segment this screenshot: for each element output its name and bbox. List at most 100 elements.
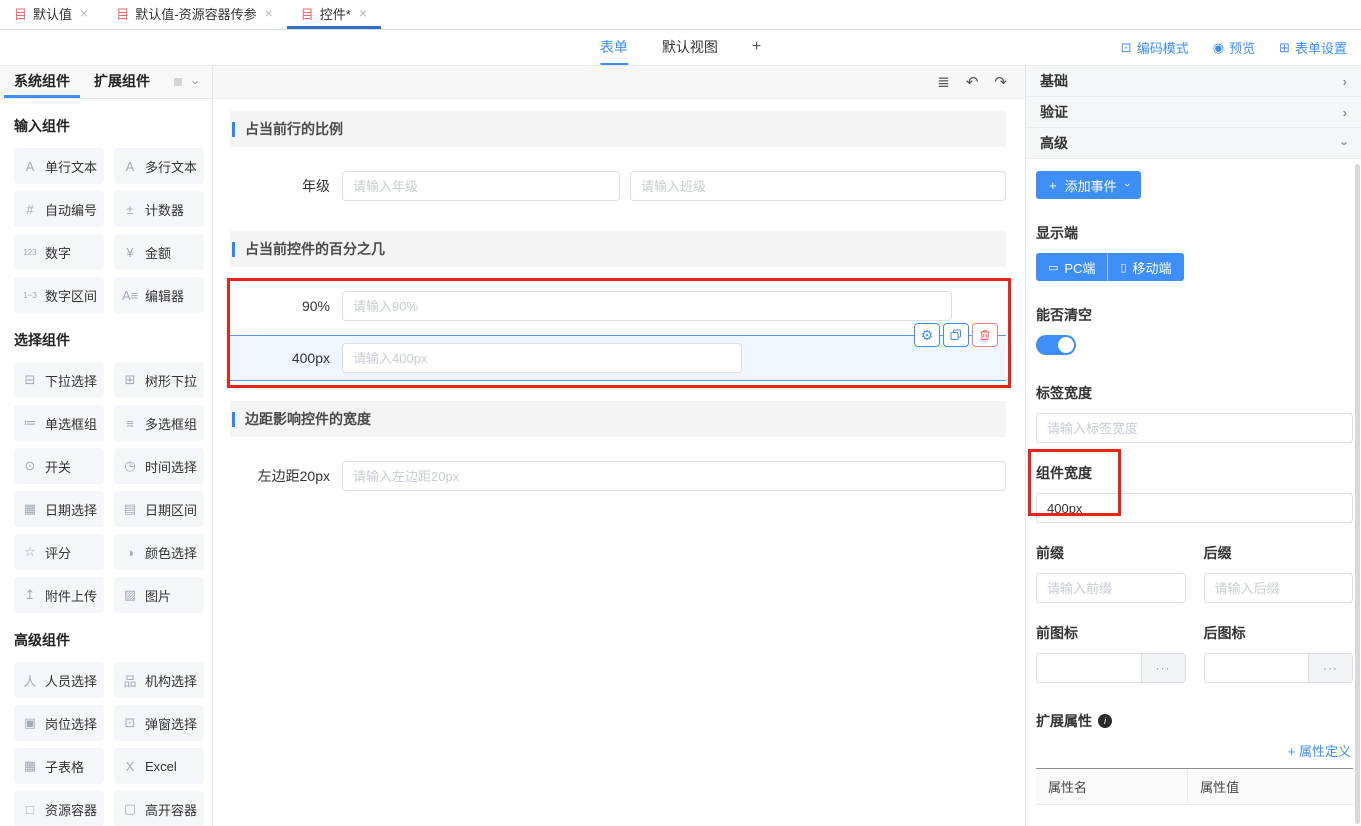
tab-default-view[interactable]: 默认视图	[662, 30, 718, 65]
component-org-select[interactable]: 品机构选择	[114, 662, 204, 698]
form-row-400px-selected[interactable]: ⚙ 400px	[230, 335, 1006, 381]
accordion-advanced[interactable]: 高级 ›	[1026, 128, 1361, 159]
component-rating[interactable]: ☆评分	[14, 534, 104, 570]
accordion-basic[interactable]: 基础 ›	[1026, 66, 1361, 97]
attr-define-link[interactable]: + 属性定义	[1288, 744, 1351, 759]
form-row-90-percent[interactable]: 90%	[230, 291, 1006, 321]
close-icon[interactable]: ×	[359, 5, 367, 21]
component-resource-container[interactable]: □资源容器	[14, 791, 104, 826]
component-checkbox-group[interactable]: ≡多选框组	[114, 405, 204, 441]
redo-icon[interactable]: ↷	[994, 73, 1007, 91]
prefix-input[interactable]	[1036, 573, 1186, 603]
mobile-side-label: 移动端	[1133, 258, 1172, 277]
delete-button[interactable]	[972, 323, 998, 347]
component-excel[interactable]: XExcel	[114, 748, 204, 784]
component-auto-number[interactable]: #自动编号	[14, 191, 104, 227]
front-icon-more-button[interactable]: ···	[1141, 653, 1186, 683]
width-400px-input[interactable]	[342, 343, 742, 373]
autonumber-icon: #	[22, 202, 38, 217]
document-icon: 目	[14, 4, 27, 23]
copy-button[interactable]	[943, 323, 969, 347]
component-date-range[interactable]: ▤日期区间	[114, 491, 204, 527]
back-icon-input[interactable]	[1204, 653, 1309, 683]
tab-form[interactable]: 表单	[600, 30, 628, 65]
code-mode-icon: ⊡	[1121, 40, 1132, 56]
suffix-input[interactable]	[1204, 573, 1354, 603]
org-select-icon: 品	[122, 671, 138, 690]
pc-side-button[interactable]: ▭ PC端	[1036, 253, 1108, 281]
inspector-scrollbar[interactable]	[1355, 164, 1360, 824]
preview-icon: ◉	[1213, 40, 1224, 56]
component-number[interactable]: 123数字	[14, 234, 104, 270]
form-settings-button[interactable]: ⊞ 表单设置	[1279, 38, 1347, 57]
radio-group-icon: ≔	[22, 415, 38, 431]
window-tab-control-active[interactable]: 目 控件* ×	[287, 0, 381, 29]
close-icon[interactable]: ×	[265, 5, 273, 21]
component-subtable[interactable]: ▦子表格	[14, 748, 104, 784]
form-row-grade[interactable]: 年级	[230, 171, 1006, 201]
component-color-picker[interactable]: ◑颜色选择	[114, 534, 204, 570]
textarea-icon: A	[122, 159, 138, 174]
undo-icon[interactable]: ↶	[966, 73, 979, 91]
chip-label: 颜色选择	[145, 543, 197, 562]
chip-label: 人员选择	[45, 671, 97, 690]
column-attr-name: 属性名	[1036, 769, 1188, 804]
drag-handle-icon	[174, 78, 182, 86]
front-icon-label: 前图标	[1036, 623, 1186, 643]
left-margin-input[interactable]	[342, 461, 1006, 491]
window-tab-default-value[interactable]: 目 默认值 ×	[0, 0, 102, 29]
component-number-range[interactable]: 1~3数字区间	[14, 277, 104, 313]
component-width-input[interactable]	[1036, 493, 1353, 523]
class-input[interactable]	[630, 171, 1006, 201]
component-multi-line-text[interactable]: A多行文本	[114, 148, 204, 184]
accordion-validation[interactable]: 验证 ›	[1026, 97, 1361, 128]
window-tab-label: 默认值	[33, 4, 72, 23]
back-icon-more-button[interactable]: ···	[1308, 653, 1353, 683]
grade-input[interactable]	[342, 171, 620, 201]
table-header-row: 属性名 属性值	[1036, 769, 1353, 805]
component-code-container[interactable]: ▢高开容器	[114, 791, 204, 826]
component-currency[interactable]: ¥金额	[114, 234, 204, 270]
component-date-picker[interactable]: ▦日期选择	[14, 491, 104, 527]
component-select[interactable]: ⊟下拉选择	[14, 362, 104, 398]
label-width-input[interactable]	[1036, 413, 1353, 443]
tree-select-icon: ⊞	[122, 372, 138, 388]
component-single-line-text[interactable]: A单行文本	[14, 148, 104, 184]
code-container-icon: ▢	[122, 801, 138, 817]
component-post-select[interactable]: ▣岗位选择	[14, 705, 104, 741]
add-event-button[interactable]: + 添加事件 ›	[1036, 171, 1141, 199]
percent-90-input[interactable]	[342, 291, 952, 321]
display-side-segmented: ▭ PC端 ▯ 移动端	[1036, 253, 1353, 281]
form-row-left-margin[interactable]: 左边距20px	[230, 461, 1006, 491]
tab-system-components[interactable]: 系统组件	[4, 66, 80, 98]
icon-pickers-row: 前图标 ··· 后图标 ···	[1036, 603, 1353, 683]
component-switch[interactable]: ⊙开关	[14, 448, 104, 484]
component-counter[interactable]: ±计数器	[114, 191, 204, 227]
outline-icon[interactable]: ≣	[937, 73, 950, 91]
front-icon-input[interactable]	[1036, 653, 1141, 683]
component-tree-select[interactable]: ⊞树形下拉	[114, 362, 204, 398]
window-tab-resource-container[interactable]: 目 默认值-资源容器传参 ×	[102, 0, 287, 29]
add-view-button[interactable]: +	[752, 30, 761, 65]
chevron-down-icon[interactable]: ›	[188, 80, 203, 84]
component-radio-group[interactable]: ≔单选框组	[14, 405, 104, 441]
component-dialog-select[interactable]: ⊡弹窗选择	[114, 705, 204, 741]
counter-icon: ±	[122, 202, 138, 217]
code-mode-button[interactable]: ⊡ 编码模式	[1121, 38, 1189, 57]
close-icon[interactable]: ×	[80, 5, 88, 21]
clearable-toggle[interactable]	[1036, 335, 1076, 355]
mobile-side-button[interactable]: ▯ 移动端	[1108, 253, 1183, 281]
component-user-select[interactable]: 人人员选择	[14, 662, 104, 698]
component-upload[interactable]: ↥附件上传	[14, 577, 104, 613]
component-editor[interactable]: A≡编辑器	[114, 277, 204, 313]
chip-label: 图片	[145, 586, 171, 605]
tab-extension-components[interactable]: 扩展组件	[84, 66, 160, 98]
component-image[interactable]: ▨图片	[114, 577, 204, 613]
canvas-body: 占当前行的比例 年级 占当前控件的百分之几 90% ⚙	[213, 99, 1025, 826]
component-time-picker[interactable]: ◷时间选择	[114, 448, 204, 484]
form-settings-icon: ⊞	[1279, 40, 1290, 56]
resource-container-icon: □	[22, 802, 38, 817]
preview-button[interactable]: ◉ 预览	[1213, 38, 1255, 57]
date-range-icon: ▤	[122, 501, 138, 517]
settings-button[interactable]: ⚙	[914, 323, 940, 347]
